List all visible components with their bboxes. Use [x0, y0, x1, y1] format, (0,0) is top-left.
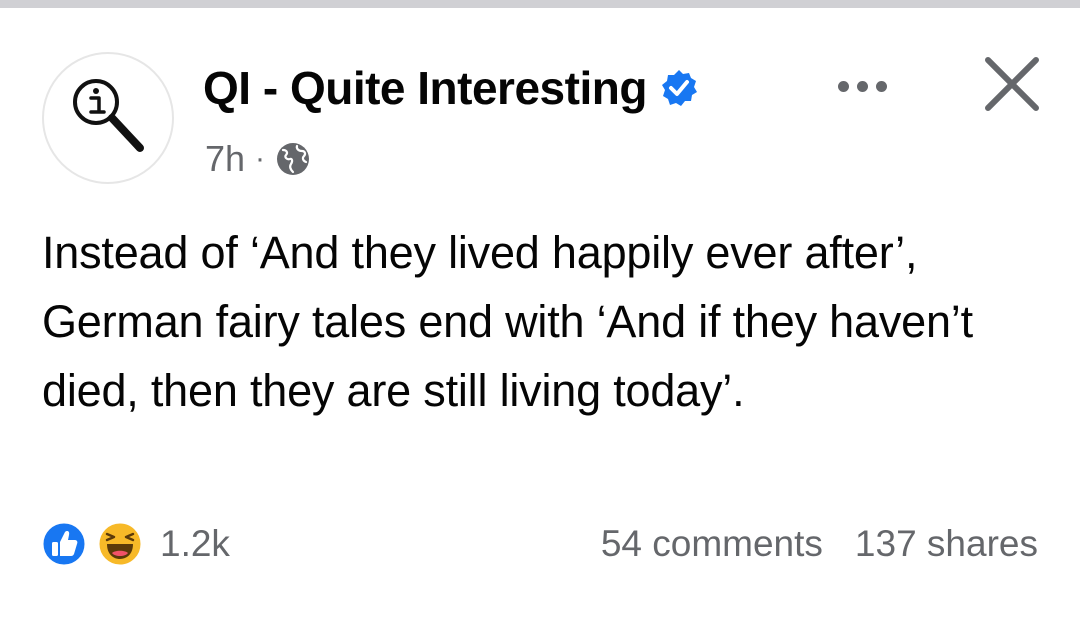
post-meta: 7h ·: [205, 136, 311, 182]
reaction-count[interactable]: 1.2k: [160, 523, 230, 565]
globe-icon: [277, 143, 310, 175]
reactions-summary[interactable]: 1.2k: [40, 520, 230, 568]
more-dot-icon: [856, 80, 868, 92]
page-avatar[interactable]: [42, 52, 174, 184]
shares-count-link[interactable]: 137 shares: [855, 523, 1038, 565]
verified-badge-icon: [661, 70, 697, 106]
close-icon[interactable]: [978, 50, 1046, 118]
haha-icon: [96, 520, 144, 568]
post-card: QI - Quite Interesting 7h · Instead of ‘…: [0, 8, 1080, 625]
page-name-link[interactable]: QI - Quite Interesting: [203, 61, 647, 115]
more-options-button[interactable]: [826, 66, 898, 106]
reaction-icons: [40, 520, 156, 568]
more-dot-icon: [875, 80, 887, 92]
more-dot-icon: [837, 80, 849, 92]
comments-count-link[interactable]: 54 comments: [601, 523, 823, 565]
engagement-stats: 54 comments 137 shares: [601, 520, 1038, 568]
post-timestamp[interactable]: 7h: [205, 138, 245, 180]
page-header: QI - Quite Interesting: [203, 58, 699, 118]
meta-separator: ·: [255, 142, 266, 175]
magnifier-info-icon: [73, 79, 144, 152]
like-icon: [40, 520, 88, 568]
post-body-text: Instead of ‘And they lived happily ever …: [42, 227, 973, 416]
top-divider: [0, 0, 1080, 8]
